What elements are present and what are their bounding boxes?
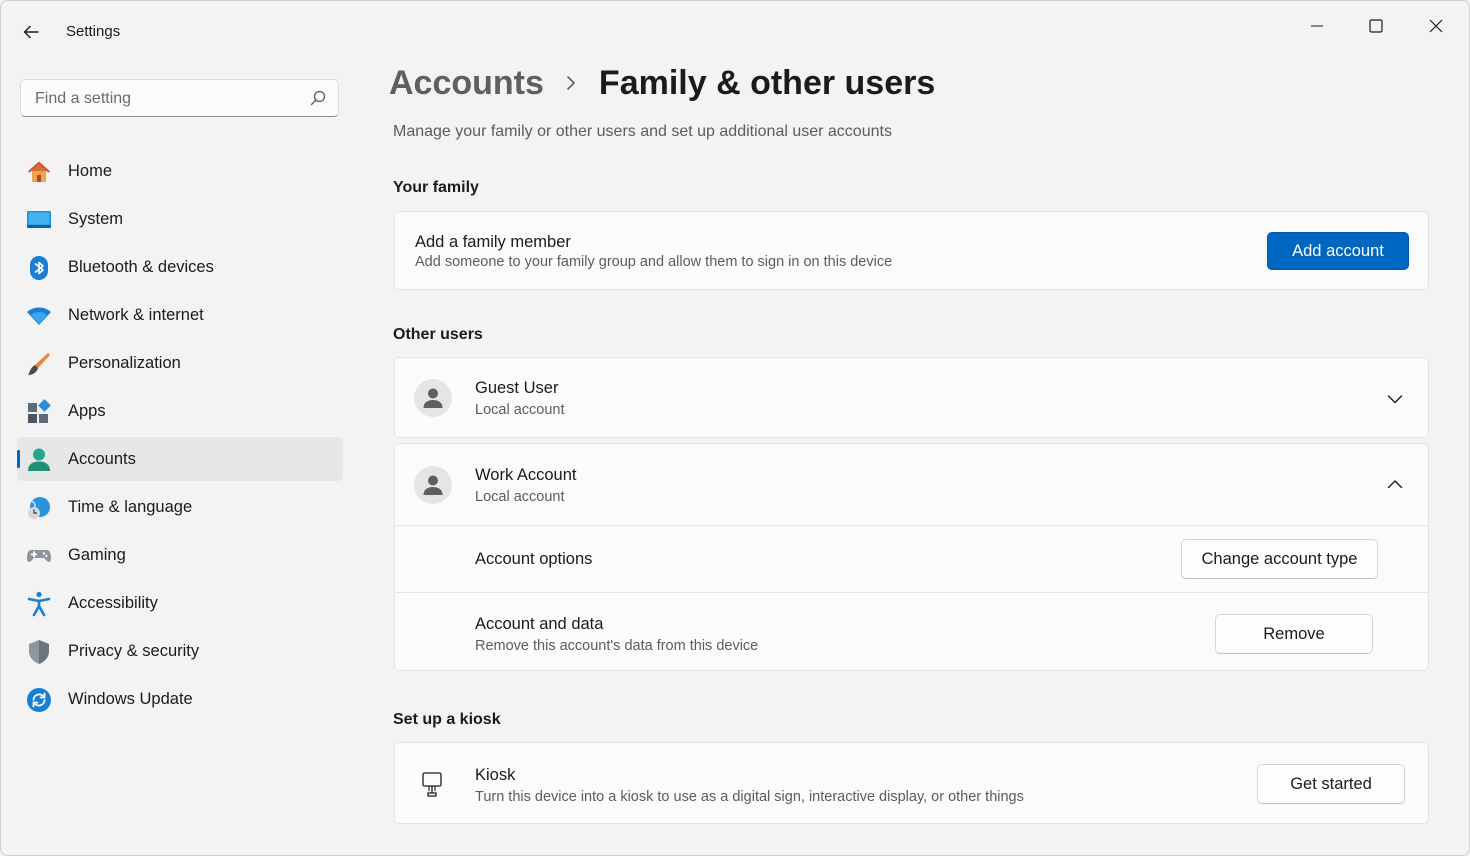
gamepad-icon [26, 543, 52, 569]
sidebar-item-label: Accounts [68, 449, 136, 468]
breadcrumb: Accounts Family & other users [389, 61, 935, 105]
sidebar-item-accounts[interactable]: Accounts [17, 437, 343, 481]
accounts-icon [26, 447, 52, 473]
work-account-header[interactable]: Work Account Local account [395, 444, 1428, 525]
brush-icon [26, 351, 52, 377]
sidebar-item-personalization[interactable]: Personalization [17, 341, 343, 385]
sidebar-item-label: Time & language [68, 497, 193, 516]
user-account-type: Local account [475, 402, 565, 418]
work-account-card: Work Account Local account Account optio… [394, 443, 1429, 671]
sidebar-item-label: System [68, 209, 124, 228]
expand-chevron-button[interactable] [1379, 383, 1411, 415]
sidebar-item-label: Accessibility [68, 593, 158, 612]
account-data-subtitle: Remove this account's data from this dev… [475, 638, 759, 654]
back-arrow-icon [23, 25, 39, 39]
system-icon [26, 207, 52, 233]
accessibility-icon [26, 591, 52, 617]
person-icon [423, 475, 443, 495]
sidebar-item-label: Bluetooth & devices [68, 257, 214, 276]
update-icon [26, 687, 52, 713]
remove-button[interactable]: Remove [1215, 614, 1373, 654]
family-card-title: Add a family member [415, 233, 571, 251]
search-box [20, 79, 339, 118]
sidebar-item-label: Apps [68, 401, 106, 420]
minimize-button[interactable] [1294, 9, 1340, 43]
divider [395, 525, 1428, 526]
change-account-type-button[interactable]: Change account type [1181, 539, 1378, 579]
guest-user-card[interactable]: Guest User Local account [394, 357, 1429, 438]
sidebar-item-system[interactable]: System [17, 197, 343, 241]
kiosk-subtitle: Turn this device into a kiosk to use as … [475, 789, 1024, 805]
family-card-subtitle: Add someone to your family group and all… [415, 254, 893, 270]
kiosk-title: Kiosk [475, 766, 516, 784]
sidebar-item-bluetooth[interactable]: Bluetooth & devices [17, 245, 343, 289]
minimize-icon [1311, 25, 1323, 27]
page-title: Family & other users [598, 63, 936, 102]
settings-window: Settings Ho [0, 0, 1470, 856]
sidebar-item-accessibility[interactable]: Accessibility [17, 581, 343, 625]
page-description: Manage your family or other users and se… [393, 123, 892, 140]
title-bar: Settings [1, 1, 1469, 61]
user-account-type: Local account [475, 489, 565, 505]
sidebar-item-apps[interactable]: Apps [17, 389, 343, 433]
close-icon [1429, 19, 1443, 33]
breadcrumb-parent-link[interactable]: Accounts [389, 64, 544, 103]
sidebar-item-label: Personalization [68, 353, 181, 372]
home-icon [26, 159, 52, 185]
section-title-other-users: Other users [393, 326, 483, 343]
sidebar-item-time-language[interactable]: Time & language [17, 485, 343, 529]
app-title: Settings [66, 23, 121, 40]
back-button[interactable] [15, 18, 47, 46]
kiosk-card: Kiosk Turn this device into a kiosk to u… [394, 742, 1429, 824]
breadcrumb-chevron-icon [544, 68, 599, 98]
kiosk-icon [421, 771, 443, 804]
account-options-label: Account options [475, 550, 593, 568]
divider [395, 592, 1428, 593]
search-icon[interactable] [310, 90, 326, 106]
sidebar-item-label: Home [68, 161, 113, 180]
shield-icon [26, 639, 52, 665]
chevron-down-icon [1387, 395, 1403, 404]
sidebar-item-label: Network & internet [68, 305, 204, 324]
sidebar-item-privacy[interactable]: Privacy & security [17, 629, 343, 673]
section-title-your-family: Your family [393, 179, 479, 196]
bluetooth-icon [26, 255, 52, 281]
get-started-button[interactable]: Get started [1257, 764, 1405, 804]
sidebar-item-home[interactable]: Home [17, 149, 343, 193]
account-data-label: Account and data [475, 615, 604, 633]
sidebar-nav: Home System Bluetooth & devices Network … [17, 149, 343, 725]
avatar [414, 379, 452, 417]
sidebar-item-gaming[interactable]: Gaming [17, 533, 343, 577]
globe-icon [26, 495, 52, 521]
maximize-button[interactable] [1353, 9, 1399, 43]
search-input[interactable] [33, 80, 307, 118]
sidebar-item-windows-update[interactable]: Windows Update [17, 677, 343, 721]
user-name: Work Account [475, 466, 577, 484]
maximize-icon [1369, 19, 1383, 33]
close-button[interactable] [1413, 9, 1459, 43]
sidebar-item-label: Windows Update [68, 689, 193, 708]
sidebar-item-label: Gaming [68, 545, 126, 564]
avatar [414, 466, 452, 504]
user-name: Guest User [475, 379, 559, 397]
sidebar-item-label: Privacy & security [68, 641, 200, 660]
person-icon [423, 388, 443, 408]
collapse-chevron-button[interactable] [1379, 468, 1411, 500]
chevron-up-icon [1387, 480, 1403, 489]
wifi-icon [26, 303, 52, 329]
section-title-kiosk: Set up a kiosk [393, 711, 501, 728]
family-card: Add a family member Add someone to your … [394, 211, 1429, 290]
sidebar-item-network[interactable]: Network & internet [17, 293, 343, 337]
apps-icon [26, 399, 52, 425]
add-account-button[interactable]: Add account [1267, 232, 1409, 270]
